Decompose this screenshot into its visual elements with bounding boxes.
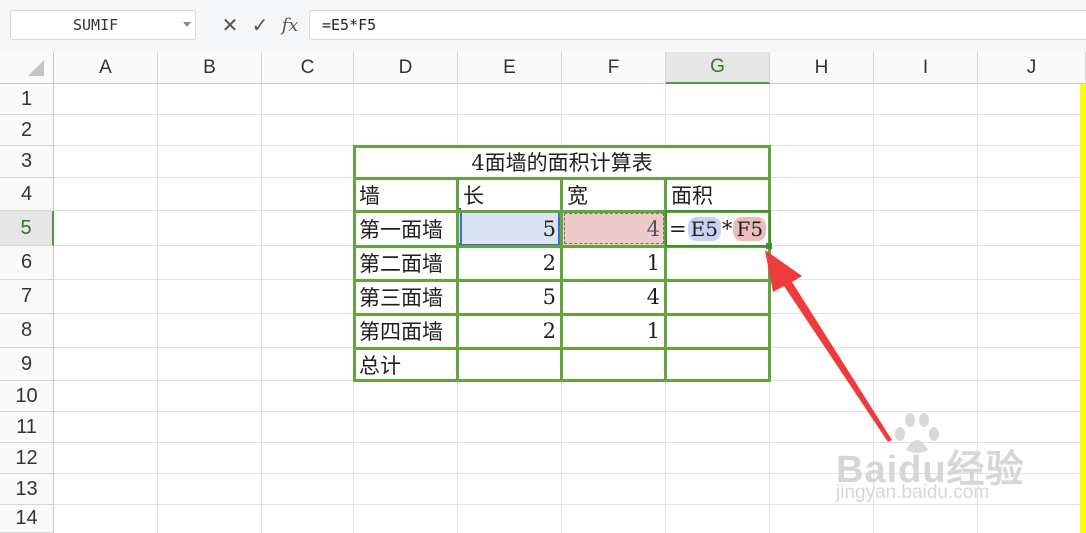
cell-f5[interactable]: 4: [562, 211, 666, 246]
formula-input[interactable]: =E5*F5: [309, 10, 1086, 40]
table-border: [353, 145, 771, 148]
header-length[interactable]: 长: [458, 178, 562, 211]
enter-icon[interactable]: ✓: [246, 10, 274, 40]
column-header-h[interactable]: H: [770, 52, 874, 84]
row-header-1[interactable]: 1: [0, 84, 54, 115]
cell-d8[interactable]: 第四面墙: [354, 314, 458, 348]
table-border: [560, 177, 563, 382]
gridline: [54, 114, 1086, 115]
column-header-b[interactable]: B: [158, 52, 262, 84]
cell-d7[interactable]: 第三面墙: [354, 280, 458, 314]
gridline: [157, 84, 158, 533]
name-box[interactable]: SUMIF: [10, 10, 196, 40]
header-wall[interactable]: 墙: [354, 178, 458, 211]
baidu-watermark: Baidu经验 jingyan.baidu.com: [836, 410, 1076, 520]
row-header-5[interactable]: 5: [0, 211, 54, 246]
column-header-c[interactable]: C: [262, 52, 354, 84]
table-border: [456, 177, 459, 382]
row-header-12[interactable]: 12: [0, 443, 54, 474]
gridline: [261, 84, 262, 533]
cell-f9[interactable]: [562, 348, 666, 381]
cell-f6[interactable]: 1: [562, 246, 666, 280]
row-header-4[interactable]: 4: [0, 178, 54, 211]
cell-d5[interactable]: 第一面墙: [354, 211, 458, 246]
row-header-10[interactable]: 10: [0, 381, 54, 412]
row-header-6[interactable]: 6: [0, 246, 54, 280]
row-header-2[interactable]: 2: [0, 115, 54, 146]
column-header-a[interactable]: A: [54, 52, 158, 84]
header-area[interactable]: 面积: [666, 178, 770, 211]
watermark-url: jingyan.baidu.com: [836, 482, 990, 503]
row-header-7[interactable]: 7: [0, 280, 54, 314]
column-header-e[interactable]: E: [458, 52, 562, 84]
name-box-dropdown-icon[interactable]: [183, 22, 191, 27]
cancel-icon[interactable]: ✕: [216, 10, 244, 40]
cell-e5[interactable]: 5: [458, 211, 562, 246]
column-header-g[interactable]: G: [666, 52, 770, 84]
column-header-d[interactable]: D: [354, 52, 458, 84]
cell-e9[interactable]: [458, 348, 562, 381]
header-width[interactable]: 宽: [562, 178, 666, 211]
table-title[interactable]: 4面墙的面积计算表: [354, 146, 770, 178]
right-edge-highlight: [1080, 84, 1086, 533]
select-all-corner[interactable]: [0, 52, 54, 84]
row-header-3[interactable]: 3: [0, 146, 54, 178]
row-header-8[interactable]: 8: [0, 314, 54, 348]
row-header-9[interactable]: 9: [0, 348, 54, 381]
insert-function-icon[interactable]: fx: [274, 10, 306, 40]
cell-e7[interactable]: 5: [458, 280, 562, 314]
column-header-f[interactable]: F: [562, 52, 666, 84]
cell-f8[interactable]: 1: [562, 314, 666, 348]
row-header-14[interactable]: 14: [0, 505, 54, 533]
cell-e8[interactable]: 2: [458, 314, 562, 348]
cell-e6[interactable]: 2: [458, 246, 562, 280]
cell-d9[interactable]: 总计: [354, 348, 458, 381]
cell-f7[interactable]: 4: [562, 280, 666, 314]
table-border: [353, 145, 356, 382]
column-header-j[interactable]: J: [978, 52, 1086, 84]
row-header-11[interactable]: 11: [0, 412, 54, 443]
row-header-13[interactable]: 13: [0, 474, 54, 505]
select-all-icon[interactable]: [28, 60, 44, 76]
watermark-brand: Baidu经验: [836, 449, 1025, 491]
table-border: [664, 177, 667, 382]
cell-d6[interactable]: 第二面墙: [354, 246, 458, 280]
column-header-i[interactable]: I: [874, 52, 978, 84]
